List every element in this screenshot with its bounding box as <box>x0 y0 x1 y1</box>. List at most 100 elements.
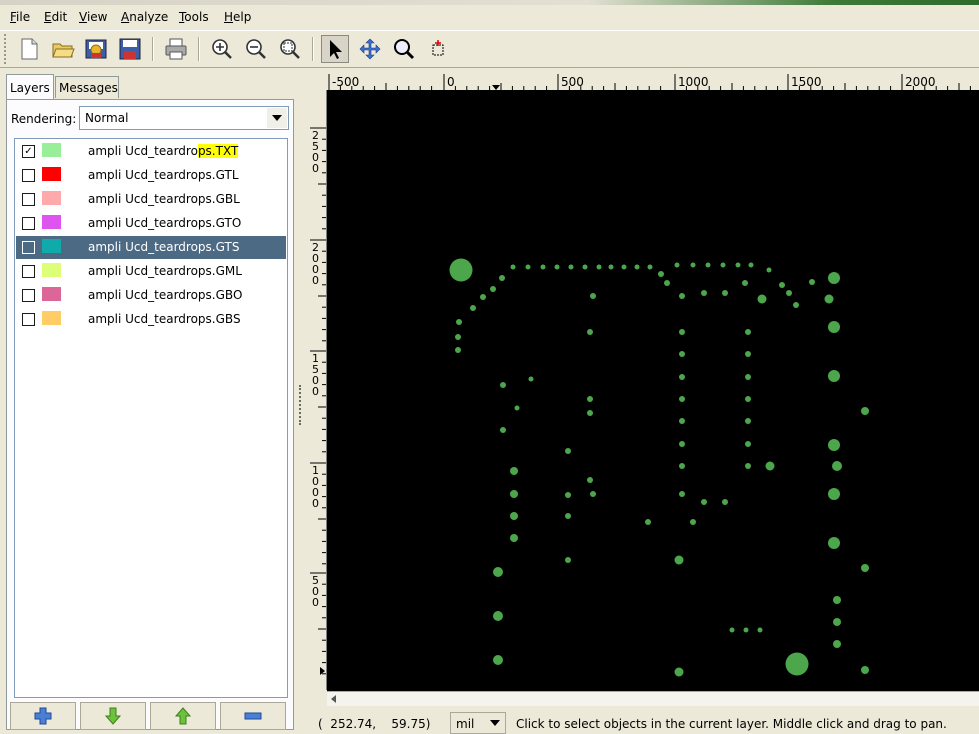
pcb-pad <box>793 302 799 308</box>
layer-visibility-checkbox[interactable] <box>22 289 35 302</box>
layer-visibility-checkbox[interactable] <box>22 193 35 206</box>
menu-view[interactable]: View <box>79 10 107 24</box>
vertical-ruler: 2500200015001000500 <box>310 90 327 690</box>
move-arrows-icon <box>359 38 381 60</box>
pcb-pad <box>828 321 840 333</box>
layer-name-text: ampli Ucd_teardrops.GTL <box>88 168 239 182</box>
scroll-left-icon[interactable] <box>327 692 341 706</box>
layer-visibility-checkbox[interactable] <box>22 265 35 278</box>
layer-visibility-checkbox[interactable] <box>22 241 35 254</box>
layer-row[interactable]: ampli Ucd_teardrops.GTS <box>16 236 286 259</box>
menu-file[interactable]: File <box>10 10 30 24</box>
unit-value: mil <box>456 717 475 731</box>
pan-tool-button[interactable] <box>356 35 384 63</box>
toolbar-separator <box>198 37 200 61</box>
tab-messages[interactable]: Messages <box>55 76 119 98</box>
save-button[interactable] <box>116 35 144 63</box>
layer-visibility-checkbox[interactable] <box>22 313 35 326</box>
layer-color-swatch[interactable] <box>42 287 61 301</box>
layer-row[interactable]: ampli Ucd_teardrops.GML <box>16 260 286 283</box>
pcb-pad <box>493 567 503 577</box>
remove-layer-button[interactable] <box>220 702 286 730</box>
minus-icon <box>244 712 262 720</box>
pcb-pad <box>745 396 751 402</box>
zoom-tool-button[interactable] <box>390 35 418 63</box>
layer-visibility-checkbox[interactable] <box>22 217 35 230</box>
chevron-down-icon[interactable] <box>486 715 503 731</box>
menu-edit-mnemonic: E <box>44 10 52 24</box>
pcb-pad <box>766 267 772 273</box>
pcb-pad <box>745 351 751 357</box>
pcb-pad <box>554 264 560 270</box>
pointer-tool-button[interactable] <box>321 35 349 63</box>
layer-row[interactable]: ✓ ampli Ucd_teardrops.TXT <box>16 140 286 163</box>
layer-color-swatch[interactable] <box>42 311 61 325</box>
menu-analyze[interactable]: Analyze <box>121 10 168 24</box>
layer-color-swatch[interactable] <box>42 239 61 253</box>
layer-visibility-checkbox[interactable]: ✓ <box>22 145 35 158</box>
pcb-pad <box>587 477 593 483</box>
pcb-pad <box>510 490 518 498</box>
measure-tool-button[interactable] <box>424 35 452 63</box>
pcb-pad <box>674 262 680 268</box>
tab-layers[interactable]: Layers <box>6 74 54 100</box>
menu-help[interactable]: Help <box>224 10 251 24</box>
move-layer-down-button[interactable] <box>80 702 146 730</box>
zoom-out-button[interactable] <box>242 35 270 63</box>
layer-color-swatch[interactable] <box>42 143 61 157</box>
arrow-pointer-icon <box>330 40 342 59</box>
rendering-dropdown[interactable]: Normal <box>79 106 289 130</box>
menu-edit[interactable]: Edit <box>44 10 67 24</box>
pcb-pad <box>582 264 588 270</box>
zoom-out-icon <box>246 39 266 59</box>
layer-color-swatch[interactable] <box>42 191 61 205</box>
layer-name: ampli Ucd_teardrops.GTL <box>88 168 239 182</box>
open-file-button[interactable] <box>49 35 77 63</box>
pcb-pad <box>679 491 685 497</box>
print-button[interactable] <box>162 35 190 63</box>
pcb-pad <box>565 448 571 454</box>
toolbar-grip[interactable] <box>4 34 9 64</box>
gerber-canvas[interactable] <box>327 90 979 691</box>
pcb-pad <box>833 596 841 604</box>
layer-row[interactable]: ampli Ucd_teardrops.GTO <box>16 212 286 235</box>
menu-tools[interactable]: Tools <box>179 10 209 24</box>
revert-button[interactable] <box>82 35 110 63</box>
zoom-fit-button[interactable] <box>276 35 304 63</box>
layer-name: ampli Ucd_teardrops.TXT <box>88 144 239 158</box>
pcb-pad <box>679 374 685 380</box>
layer-visibility-checkbox[interactable] <box>22 169 35 182</box>
menu-file-label: ile <box>16 10 31 24</box>
menu-edit-label: dit <box>51 10 68 24</box>
pcb-pad <box>500 382 506 388</box>
pcb-pad <box>679 463 685 469</box>
layer-color-swatch[interactable] <box>42 263 61 277</box>
layer-list[interactable]: ✓ ampli Ucd_teardrops.TXTampli Ucd_teardr… <box>14 138 288 698</box>
layer-row[interactable]: ampli Ucd_teardrops.GBS <box>16 308 286 331</box>
layer-row[interactable]: ampli Ucd_teardrops.GTL <box>16 164 286 187</box>
arrow-up-icon <box>174 707 192 725</box>
pcb-pad <box>679 441 685 447</box>
horizontal-scrollbar[interactable] <box>327 691 979 706</box>
panel-splitter[interactable] <box>299 385 304 425</box>
layer-name-text: ampli Ucd_teardrops.GML <box>88 264 242 278</box>
pcb-pad <box>745 374 751 380</box>
pcb-pad <box>828 272 840 284</box>
new-file-button[interactable] <box>15 35 43 63</box>
save-icon <box>119 38 141 60</box>
ruler-tick-label: 0 <box>447 75 455 89</box>
pcb-pad <box>735 262 741 268</box>
pcb-pad <box>720 262 726 268</box>
menubar: File Edit View Analyze Tools Help <box>0 6 979 28</box>
layer-name-text: ampli Ucd_teardrops.GTS <box>88 240 240 254</box>
zoom-in-button[interactable] <box>208 35 236 63</box>
layer-row[interactable]: ampli Ucd_teardrops.GBO <box>16 284 286 307</box>
pcb-pad <box>832 461 842 471</box>
layer-name: ampli Ucd_teardrops.GBO <box>88 288 242 302</box>
add-layer-button[interactable] <box>10 702 76 730</box>
move-layer-up-button[interactable] <box>150 702 216 730</box>
layer-color-swatch[interactable] <box>42 167 61 181</box>
layer-row[interactable]: ampli Ucd_teardrops.GBL <box>16 188 286 211</box>
layer-color-swatch[interactable] <box>42 215 61 229</box>
chevron-down-icon[interactable] <box>267 108 287 128</box>
